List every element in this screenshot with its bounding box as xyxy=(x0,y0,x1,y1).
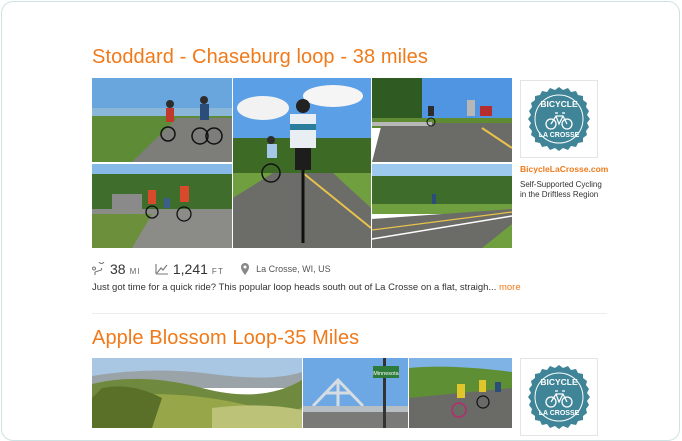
route-photo[interactable] xyxy=(372,164,512,248)
sponsor-link[interactable]: BicycleLaCrosse.com xyxy=(520,164,608,174)
route-photo-gallery[interactable] xyxy=(92,78,512,248)
distance-unit: MI xyxy=(129,267,141,276)
sponsor-logo[interactable]: BICYCLE LA CROSSE xyxy=(520,358,598,436)
route-photo[interactable] xyxy=(92,164,232,248)
sponsor-panel: BICYCLE LA CROSSE xyxy=(520,358,607,436)
map-pin-icon xyxy=(241,263,250,275)
route-photo[interactable] xyxy=(233,78,371,248)
svg-text:BICYCLE: BICYCLE xyxy=(540,99,578,109)
route-location: La Crosse, WI, US xyxy=(256,264,331,274)
route-title[interactable]: Apple Blossom Loop-35 Miles xyxy=(92,327,607,350)
bicycle-la-crosse-logo-icon: BICYCLE LA CROSSE xyxy=(528,365,590,429)
route-card: Apple Blossom Loop-35 Miles Minnesota BI… xyxy=(92,327,607,436)
sponsor-panel: BICYCLE LA CROSSE BicycleLaCrosse.com Se… xyxy=(520,80,608,200)
svg-text:Minnesota: Minnesota xyxy=(373,371,399,377)
elevation-value: 1,241 xyxy=(172,261,208,277)
route-photo[interactable] xyxy=(372,78,512,162)
sponsor-logo[interactable]: BICYCLE LA CROSSE xyxy=(520,80,598,158)
route-stats: 38 MI 1,241 FT La Crosse, WI, US xyxy=(92,260,345,278)
route-pin-icon xyxy=(92,262,105,275)
more-link[interactable]: more xyxy=(499,282,521,293)
svg-text:LA CROSSE: LA CROSSE xyxy=(539,132,580,139)
route-photo-gallery[interactable]: Minnesota xyxy=(92,358,512,428)
route-description: Just got time for a quick ride? This pop… xyxy=(92,282,521,293)
bicycle-la-crosse-logo-icon: BICYCLE LA CROSSE xyxy=(528,87,590,151)
elevation-icon xyxy=(155,264,168,275)
elevation-stat: 1,241 FT xyxy=(155,261,224,277)
route-photo[interactable] xyxy=(92,358,302,428)
route-title[interactable]: Stoddard - Chaseburg loop - 38 miles xyxy=(92,46,607,69)
route-card: Stoddard - Chaseburg loop - 38 miles BIC… xyxy=(92,46,608,293)
route-divider xyxy=(92,313,607,314)
route-photo[interactable]: Minnesota xyxy=(303,358,408,428)
sponsor-tagline: Self-Supported Cycling in the Driftless … xyxy=(520,180,602,199)
distance-value: 38 xyxy=(110,261,126,277)
route-description-text: Just got time for a quick ride? This pop… xyxy=(92,282,497,293)
location-stat: La Crosse, WI, US xyxy=(238,262,331,276)
svg-text:LA CROSSE: LA CROSSE xyxy=(539,410,580,417)
elevation-unit: FT xyxy=(211,267,225,276)
svg-text:BICYCLE: BICYCLE xyxy=(540,377,578,387)
route-photo[interactable] xyxy=(92,78,232,162)
route-list-card: Stoddard - Chaseburg loop - 38 miles BIC… xyxy=(1,1,680,441)
distance-stat: 38 MI xyxy=(92,261,141,277)
route-photo[interactable] xyxy=(409,358,512,428)
